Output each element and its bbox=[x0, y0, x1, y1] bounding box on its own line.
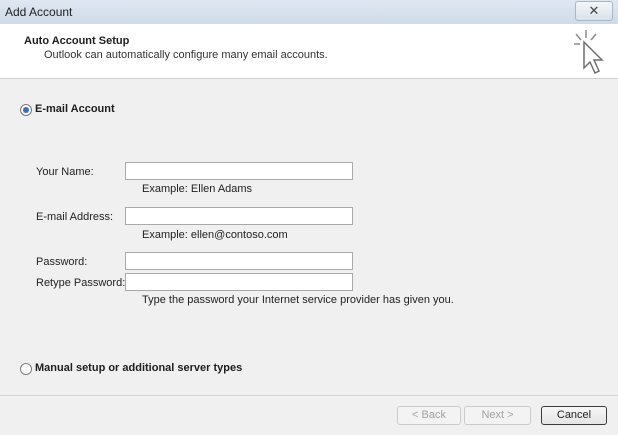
footer-divider bbox=[0, 395, 618, 396]
window-title: Add Account bbox=[5, 5, 73, 19]
password-input[interactable] bbox=[125, 252, 353, 270]
wizard-cursor-icon bbox=[574, 30, 604, 75]
header-title: Auto Account Setup bbox=[24, 35, 130, 47]
manual-setup-label: Manual setup or additional server types bbox=[35, 362, 243, 374]
title-bar: Add Account ✕ bbox=[0, 0, 618, 25]
manual-setup-radio[interactable] bbox=[20, 363, 32, 375]
header-subtitle: Outlook can automatically configure many… bbox=[44, 49, 328, 61]
your-name-input[interactable] bbox=[125, 162, 353, 180]
next-button[interactable]: Next > bbox=[464, 406, 531, 425]
email-account-radio[interactable] bbox=[20, 104, 32, 116]
password-label: Password: bbox=[36, 256, 88, 268]
setup-header: Auto Account Setup Outlook can automatic… bbox=[0, 24, 618, 79]
your-name-label: Your Name: bbox=[36, 166, 94, 178]
back-button[interactable]: < Back bbox=[397, 406, 461, 425]
email-address-input[interactable] bbox=[125, 207, 353, 225]
email-address-label: E-mail Address: bbox=[36, 211, 114, 223]
retype-password-input[interactable] bbox=[125, 273, 353, 291]
retype-password-label: Retype Password: bbox=[36, 277, 126, 289]
close-button[interactable]: ✕ bbox=[575, 1, 613, 21]
email-address-hint: Example: ellen@contoso.com bbox=[142, 229, 288, 241]
email-account-label: E-mail Account bbox=[35, 103, 115, 115]
cancel-button[interactable]: Cancel bbox=[541, 406, 607, 425]
your-name-hint: Example: Ellen Adams bbox=[142, 183, 253, 195]
password-hint: Type the password your Internet service … bbox=[142, 294, 454, 306]
